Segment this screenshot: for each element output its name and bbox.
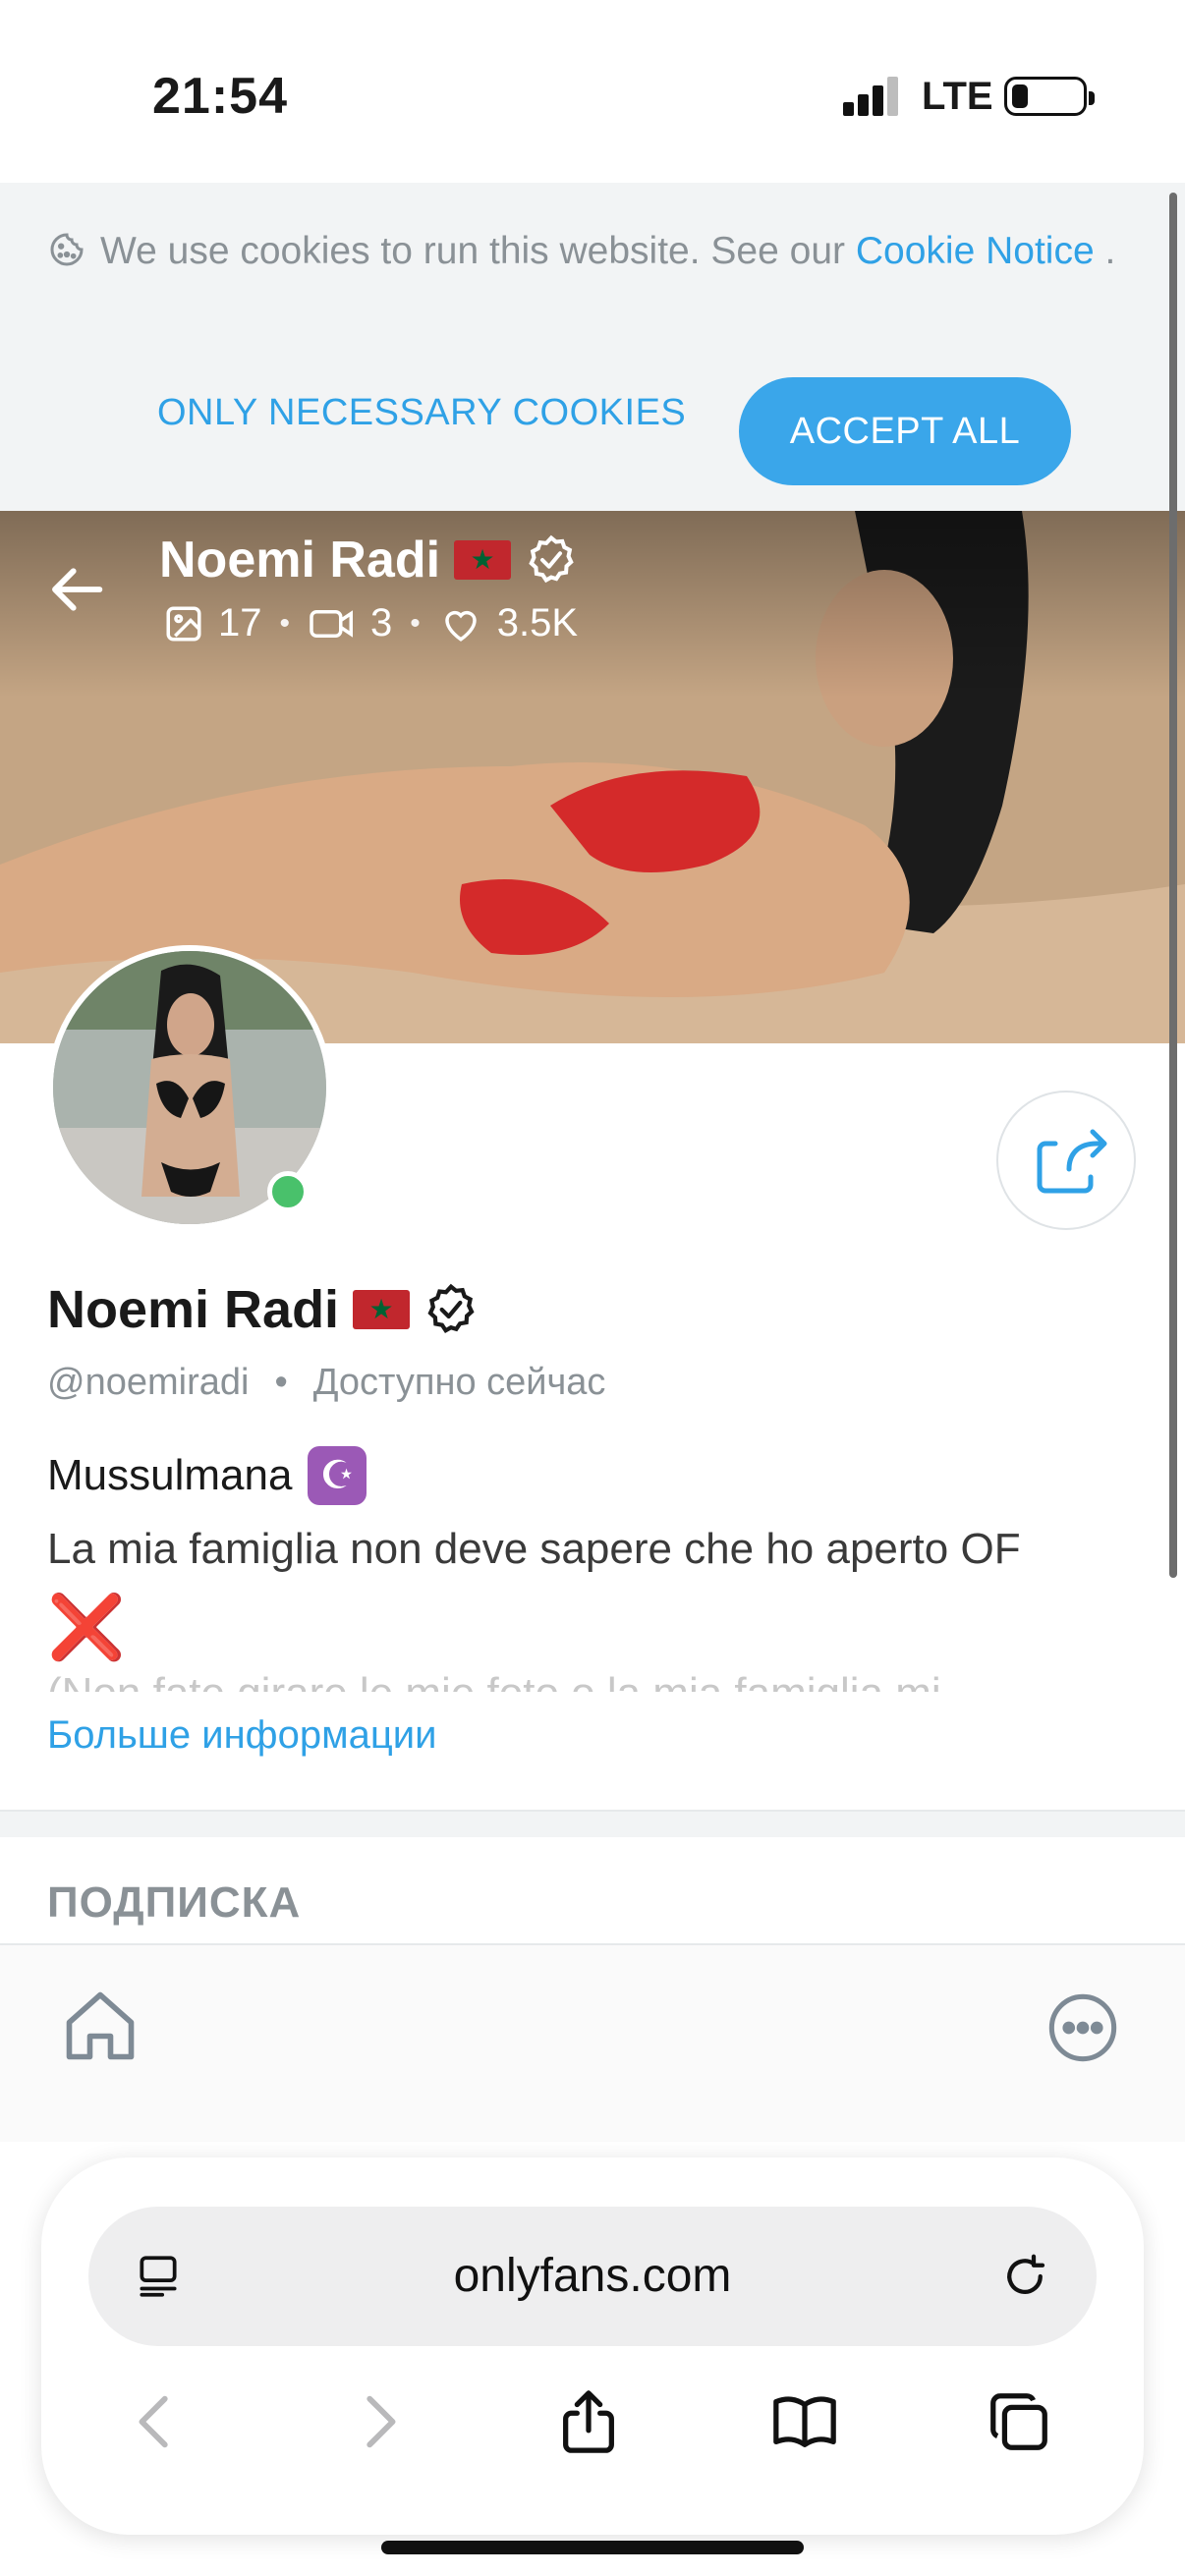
page-menu-icon[interactable] [134,2252,183,2301]
network-label: LTE [922,75,993,118]
bio-line-1: Mussulmana ☪ [47,1446,367,1505]
heart-icon [445,610,477,642]
online-status-dot [267,1171,309,1212]
forward-icon[interactable] [344,2387,413,2456]
status-time: 21:54 [152,68,288,125]
site-bottom-nav [0,1945,1185,2142]
signal-icon [843,77,900,116]
cover-title: Noemi Radi [159,531,578,589]
bio-line-3-faded: (Non fate girare le mie foto o la mia fa… [47,1664,941,1692]
more-options-icon[interactable] [1045,1990,1120,2065]
share-profile-button[interactable] [996,1091,1136,1230]
cookie-text: We use cookies to run this website. See … [47,222,1128,281]
cookie-suffix: . [1104,230,1116,272]
verified-badge-icon [529,534,574,584]
star-crescent-icon: ☪ [308,1446,367,1505]
subscription-heading: ПОДПИСКА [47,1878,302,1927]
profile-handle: @noemiradi [47,1362,250,1403]
availability-status: Доступно сейчас [312,1362,606,1403]
cover-name-text: Noemi Radi [159,532,441,588]
section-divider [0,1810,1185,1837]
image-icon [166,606,201,641]
status-bar: 21:54 LTE [0,0,1185,183]
reload-icon[interactable] [998,2250,1051,2303]
bio-line-1-text: Mussulmana [47,1451,293,1499]
back-arrow-icon[interactable] [47,558,110,621]
scrollbar[interactable] [1169,193,1177,1578]
profile-meta: @noemiradi • Доступно сейчас [47,1362,605,1404]
profile-name: Noemi Radi [47,1279,479,1340]
photos-count: 17 [218,601,262,644]
battery-icon [1004,77,1095,116]
separator-dot: • [410,606,421,640]
cross-mark-icon: ❌ [47,1592,126,1662]
more-info-link[interactable]: Больше информации [47,1713,436,1758]
accept-all-button[interactable]: ACCEPT ALL [739,377,1071,485]
separator-dot: • [274,1362,288,1403]
cookie-message: We use cookies to run this website. See … [100,230,846,272]
back-icon[interactable] [122,2387,191,2456]
home-icon[interactable] [59,1985,141,2067]
stat-likes: 3.5K [438,601,578,645]
url-text[interactable]: onlyfans.com [88,2207,1097,2346]
stat-photos: 17 [163,601,262,645]
cookie-icon [50,233,84,266]
morocco-flag-icon [454,540,512,580]
cookie-banner: We use cookies to run this website. See … [0,183,1185,511]
share-icon[interactable] [554,2387,623,2456]
tabs-icon[interactable] [985,2387,1053,2456]
cookie-notice-link[interactable]: Cookie Notice [856,230,1095,272]
profile-name-text: Noemi Radi [47,1280,340,1339]
bookmarks-icon[interactable] [770,2387,839,2456]
video-icon [310,609,354,638]
only-necessary-cookies-button[interactable]: ONLY NECESSARY COOKIES [157,377,686,448]
cover-stats: 17 • 3 • 3.5K [163,601,578,645]
likes-count: 3.5K [496,601,579,644]
home-indicator [381,2541,804,2554]
videos-count: 3 [370,601,393,644]
stat-videos: 3 [308,601,392,645]
share-icon [1037,1129,1107,1194]
morocco-flag-icon [353,1290,411,1329]
separator-dot: • [279,606,291,640]
verified-badge-icon [427,1283,475,1334]
bio-line-2: La mia famiglia non deve sapere che ho a… [47,1525,1021,1573]
